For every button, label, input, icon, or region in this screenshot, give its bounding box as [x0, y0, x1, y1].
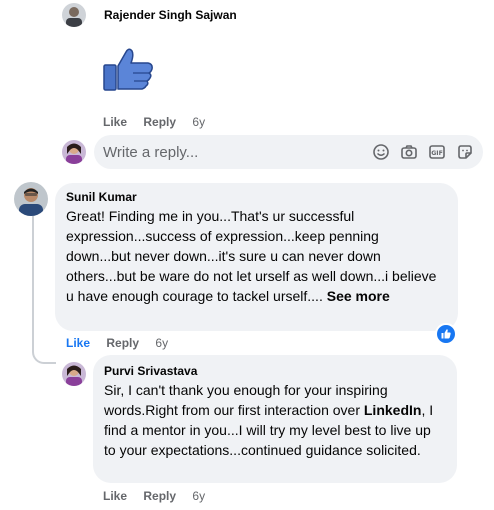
reply-input-placeholder: Write a reply... — [103, 144, 199, 161]
sticker-icon[interactable] — [455, 142, 475, 162]
reply-input[interactable]: Write a reply... GIF — [94, 135, 483, 169]
timestamp[interactable]: 6y — [155, 336, 168, 350]
reply-text: Sir, I can't thank you enough for your i… — [104, 380, 445, 460]
comment-actions: Like Reply 6y — [103, 115, 205, 129]
gif-icon[interactable]: GIF — [427, 142, 447, 162]
svg-text:GIF: GIF — [431, 150, 443, 157]
comment-author[interactable]: Rajender Singh Sajwan — [104, 8, 237, 22]
mention-link[interactable]: LinkedIn — [364, 402, 422, 418]
avatar[interactable] — [14, 182, 48, 216]
comment-bubble: Sunil Kumar Great! Finding me in you...T… — [55, 183, 458, 331]
camera-icon[interactable] — [399, 142, 419, 162]
smiley-icon[interactable] — [371, 142, 391, 162]
like-button[interactable]: Like — [103, 115, 127, 129]
like-button[interactable]: Like — [103, 489, 127, 503]
like-reaction-icon[interactable] — [435, 323, 457, 345]
reply-button[interactable]: Reply — [143, 115, 176, 129]
see-more-link[interactable]: See more — [327, 288, 390, 304]
reply-bubble: Purvi Srivastava Sir, I can't thank you … — [93, 355, 457, 483]
avatar[interactable] — [62, 3, 86, 27]
reply-button[interactable]: Reply — [106, 336, 139, 350]
reply-author[interactable]: Purvi Srivastava — [104, 364, 445, 378]
avatar[interactable] — [62, 362, 86, 386]
comment-author[interactable]: Sunil Kumar — [66, 190, 446, 204]
timestamp[interactable]: 6y — [192, 489, 205, 503]
comment-actions: Like Reply 6y — [66, 336, 168, 350]
reply-body-start: Sir, I can't thank you enough for your i… — [104, 382, 388, 418]
reply-actions: Like Reply 6y — [103, 489, 205, 503]
timestamp[interactable]: 6y — [192, 115, 205, 129]
thread-connector — [32, 340, 56, 364]
reply-button[interactable]: Reply — [143, 489, 176, 503]
user-avatar — [62, 140, 86, 164]
comment-text: Great! Finding me in you...That's ur suc… — [66, 206, 446, 306]
thumbs-up-sticker — [103, 46, 155, 92]
thread-line — [32, 216, 34, 352]
like-button[interactable]: Like — [66, 336, 90, 350]
